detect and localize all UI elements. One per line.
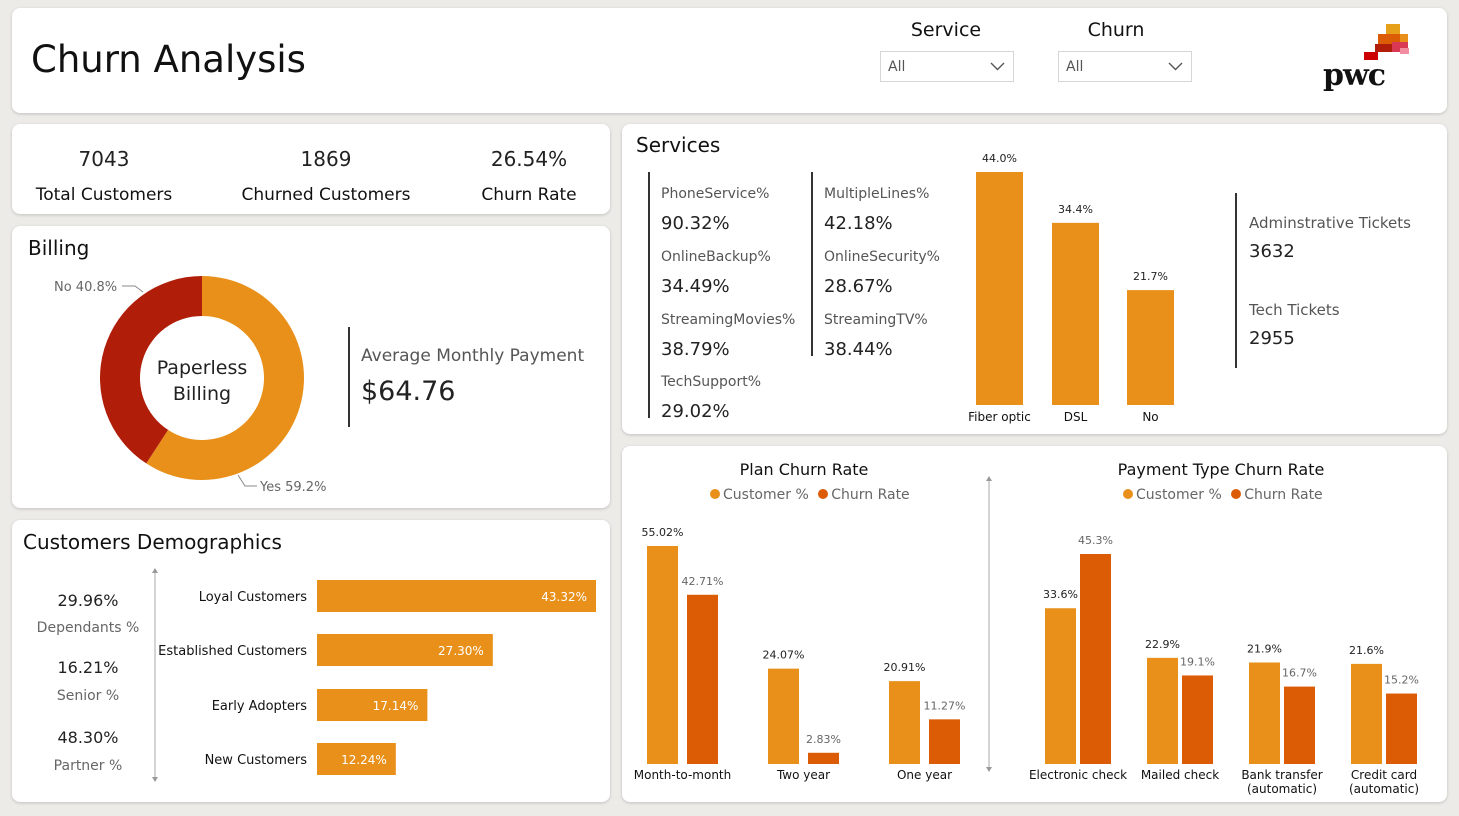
payment-bar-value-label: 16.7% (1282, 667, 1317, 680)
demographics-category-label: Early Adopters (212, 699, 308, 714)
payment-category-label: (automatic) (1247, 782, 1317, 796)
payment-bar-value-label: 33.6% (1043, 588, 1078, 601)
donut-yes-label: Yes 59.2% (259, 480, 326, 495)
avg-payment-label: Average Monthly Payment (361, 346, 585, 366)
kpi-card: 7043 Total Customers 1869 Churned Custom… (12, 124, 610, 214)
grouped-bar-charts: 55.02% 42.71% Month-to-month 24.07% 2.83% Two… (634, 526, 1419, 796)
payment-churn-bar[interactable] (1386, 693, 1417, 764)
plan-bar-value-label: 24.07% (763, 649, 805, 662)
plan-bar-value-label: 2.83% (806, 733, 841, 746)
avg-payment-divider (348, 327, 350, 427)
payment-category-label: Credit card (1351, 768, 1417, 782)
internet-service-value-label: 44.0% (982, 152, 1017, 165)
plan-customer-bar[interactable] (889, 681, 920, 764)
payment-bar-value-label: 21.6% (1349, 644, 1384, 657)
donut-yes-leader (237, 474, 257, 487)
avg-payment-value: $64.76 (361, 376, 456, 407)
billing-card: Billing Paperless Billing No 40.8% Yes 5… (12, 226, 610, 508)
payment-bar-value-label: 19.1% (1180, 655, 1215, 668)
demographics-card: Customers Demographics 29.96% Dependants… (12, 520, 610, 802)
pwc-logo: pwc (1320, 20, 1415, 100)
payment-category-label: Mailed check (1141, 768, 1219, 782)
payment-churn-bar[interactable] (1284, 686, 1315, 764)
churned-customers-label: Churned Customers (241, 185, 411, 205)
demographics-bar-chart: Loyal Customers 43.32% Established Custome… (158, 580, 596, 775)
churn-filter-value: All (1066, 59, 1084, 75)
demographics-bar-value-label: 12.24% (341, 753, 387, 767)
payment-customer-bar[interactable] (1249, 662, 1280, 764)
demographics-category-label: Loyal Customers (199, 590, 308, 605)
demographics-category-label: New Customers (205, 753, 308, 768)
demographics-category-label: Established Customers (158, 644, 307, 659)
payment-customer-bar[interactable] (1045, 608, 1076, 764)
plan-churn-bar[interactable] (808, 752, 839, 764)
internet-service-bar[interactable] (976, 172, 1023, 405)
internet-service-bar-chart: 44.0% Fiber optic 34.4% DSL 21.7% No (968, 152, 1174, 424)
plan-customer-bar[interactable] (768, 668, 799, 764)
chevron-down-icon (1168, 62, 1183, 71)
payment-category-label: Electronic check (1029, 768, 1127, 782)
payment-category-label: Bank transfer (1241, 768, 1322, 782)
plan-bar-value-label: 55.02% (642, 526, 684, 539)
demographics-bar-value-label: 27.30% (438, 644, 484, 658)
admin-tickets-value: 3632 (1249, 241, 1295, 262)
internet-service-bar[interactable] (1127, 290, 1174, 405)
service-filter-value: All (888, 59, 906, 75)
total-customers-value: 7043 (78, 147, 130, 171)
plan-churn-bar[interactable] (929, 719, 960, 764)
churn-filter-dropdown[interactable]: All (1058, 51, 1192, 82)
payment-bar-value-label: 15.2% (1384, 674, 1419, 687)
donut-no-label: No 40.8% (54, 280, 117, 295)
churned-customers-value: 1869 (300, 147, 352, 171)
payment-customer-bar[interactable] (1147, 657, 1178, 764)
plan-category-label: Month-to-month (634, 768, 732, 782)
churn-rate-label: Churn Rate (481, 185, 577, 205)
header-bar: Churn Analysis Service All Churn All pwc (12, 8, 1447, 113)
churn-rate-charts-card: Plan Churn Rate Customer % Churn Rate Pa… (622, 446, 1447, 802)
tickets-divider-bottom (1235, 280, 1237, 368)
payment-churn-bar[interactable] (1182, 675, 1213, 764)
plan-churn-bar[interactable] (687, 594, 718, 764)
internet-service-category-label: No (1142, 410, 1158, 424)
payment-churn-bar[interactable] (1080, 554, 1111, 764)
plan-bar-value-label: 42.71% (682, 575, 724, 588)
payment-bar-value-label: 45.3% (1078, 534, 1113, 547)
donut-no-leader (122, 285, 144, 293)
tickets-divider-top (1235, 193, 1237, 280)
payment-category-label: (automatic) (1349, 782, 1419, 796)
internet-service-category-label: Fiber optic (968, 410, 1031, 424)
payment-customer-bar[interactable] (1351, 663, 1382, 764)
services-card: Services PhoneService% 90.32% MultipleLi… (622, 124, 1447, 434)
internet-service-value-label: 21.7% (1133, 270, 1168, 283)
plan-category-label: Two year (776, 768, 830, 782)
internet-service-category-label: DSL (1064, 410, 1088, 424)
demographics-bar-value-label: 17.14% (373, 699, 419, 713)
payment-bar-value-label: 21.9% (1247, 642, 1282, 655)
service-filter-dropdown[interactable]: All (880, 51, 1014, 82)
plan-bar-value-label: 20.91% (884, 661, 926, 674)
admin-tickets-label: Adminstrative Tickets (1249, 214, 1411, 232)
churn-filter-label: Churn (1087, 19, 1145, 41)
page-title: Churn Analysis (31, 38, 306, 81)
tech-tickets-value: 2955 (1249, 328, 1295, 349)
plan-bar-value-label: 11.27% (924, 699, 966, 712)
tech-tickets-label: Tech Tickets (1249, 301, 1340, 319)
plan-customer-bar[interactable] (647, 546, 678, 764)
chevron-down-icon (990, 62, 1005, 71)
internet-service-bar[interactable] (1052, 222, 1099, 405)
donut-center-line-2: Billing (173, 383, 231, 405)
billing-donut-chart: Paperless Billing No 40.8% Yes 59.2% (54, 276, 326, 495)
pwc-logo-text: pwc (1323, 58, 1386, 93)
demographics-bar-value-label: 43.32% (541, 590, 587, 604)
plan-category-label: One year (897, 768, 952, 782)
total-customers-label: Total Customers (35, 185, 173, 205)
payment-bar-value-label: 22.9% (1145, 638, 1180, 651)
internet-service-value-label: 34.4% (1058, 203, 1093, 216)
donut-center-line-1: Paperless (157, 357, 248, 379)
churn-rate-value: 26.54% (490, 147, 568, 171)
service-filter-label: Service (910, 19, 982, 41)
